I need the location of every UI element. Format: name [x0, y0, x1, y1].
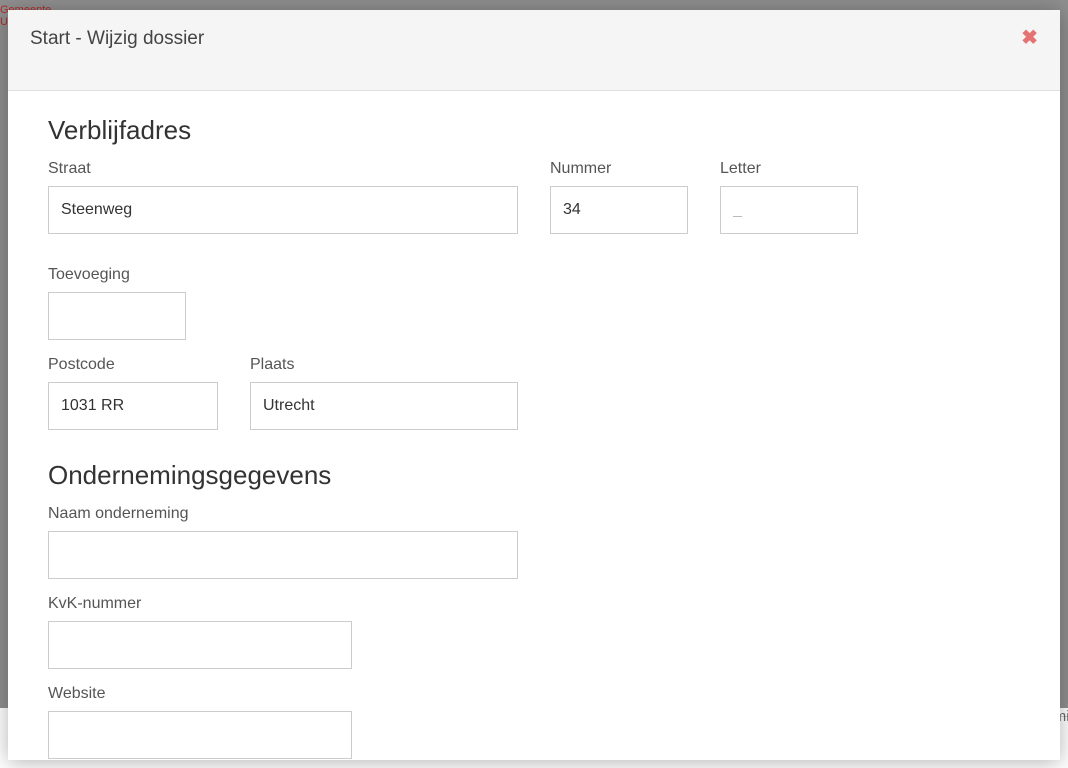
toevoeging-label: Toevoeging [48, 266, 186, 284]
company-name-field-group: Naam onderneming [48, 505, 518, 579]
kvk-input[interactable] [48, 621, 352, 669]
company-name-row: Naam onderneming [48, 505, 1020, 579]
close-icon[interactable]: ✖ [1021, 28, 1038, 48]
number-input[interactable] [550, 186, 688, 234]
plaats-label: Plaats [250, 356, 518, 374]
street-field-group: Straat [48, 160, 518, 234]
postcode-field-group: Postcode [48, 356, 218, 430]
street-input[interactable] [48, 186, 518, 234]
number-field-group: Nummer [550, 160, 688, 234]
number-label: Nummer [550, 160, 688, 178]
letter-field-group: Letter [720, 160, 858, 234]
street-label: Straat [48, 160, 518, 178]
letter-input[interactable] [720, 186, 858, 234]
website-label: Website [48, 685, 352, 703]
plaats-field-group: Plaats [250, 356, 518, 430]
letter-label: Letter [720, 160, 858, 178]
company-name-label: Naam onderneming [48, 505, 518, 523]
postcode-input[interactable] [48, 382, 218, 430]
address-row-2: Postcode Plaats [48, 356, 1020, 430]
plaats-input[interactable] [250, 382, 518, 430]
toevoeging-input[interactable] [48, 292, 186, 340]
section-title-address: Verblijfadres [48, 115, 1020, 146]
website-row: Website [48, 685, 1020, 759]
postcode-label: Postcode [48, 356, 218, 374]
section-title-company: Ondernemingsgegevens [48, 460, 1020, 491]
address-row-1: Straat Nummer Letter Toevoeging [48, 160, 1020, 340]
modal-dialog: Start - Wijzig dossier ✖ Verblijfadres S… [8, 10, 1060, 760]
modal-title: Start - Wijzig dossier [30, 28, 204, 50]
modal-header: Start - Wijzig dossier ✖ [8, 10, 1060, 91]
modal-backdrop: Gemeente Utrecht Contact Vakantie Woonsi… [0, 0, 1068, 768]
website-field-group: Website [48, 685, 352, 759]
toevoeging-field-group: Toevoeging [48, 266, 186, 340]
kvk-row: KvK-nummer [48, 595, 1020, 669]
kvk-field-group: KvK-nummer [48, 595, 352, 669]
kvk-label: KvK-nummer [48, 595, 352, 613]
website-input[interactable] [48, 711, 352, 759]
modal-body: Verblijfadres Straat Nummer Letter Toevo… [8, 91, 1060, 760]
company-name-input[interactable] [48, 531, 518, 579]
